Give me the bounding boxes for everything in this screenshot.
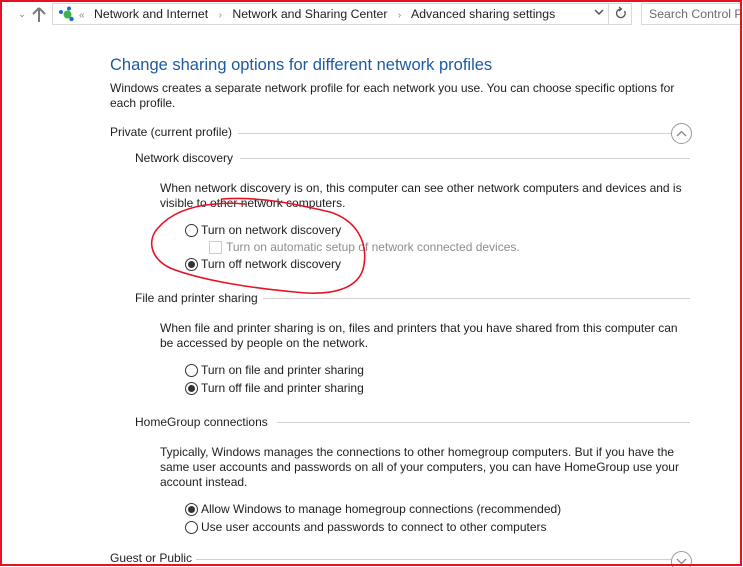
- radio-label[interactable]: Turn on network discovery: [201, 223, 341, 237]
- divider: [263, 298, 690, 299]
- radio-turn-off-network-discovery[interactable]: Turn off network discovery: [185, 256, 341, 272]
- radio-button-selected[interactable]: [185, 381, 198, 395]
- collapse-private-button[interactable]: [671, 123, 692, 144]
- network-icon: [59, 6, 74, 22]
- radio-label[interactable]: Turn on file and printer sharing: [201, 363, 364, 377]
- file-printer-sharing-description: When file and printer sharing is on, fil…: [160, 321, 678, 350]
- section-title-file-printer-sharing: File and printer sharing: [135, 291, 258, 305]
- radio-label[interactable]: Use user accounts and passwords to conne…: [201, 520, 547, 534]
- section-title-network-discovery: Network discovery: [135, 151, 234, 165]
- refresh-icon: [615, 6, 626, 19]
- radio-button-selected[interactable]: [185, 502, 198, 516]
- radio-label[interactable]: Allow Windows to manage homegroup connec…: [201, 502, 561, 516]
- chevron-down-icon: ⌄: [18, 9, 26, 19]
- refresh-button[interactable]: [608, 3, 633, 25]
- chevron-down-icon: [594, 9, 604, 16]
- expand-guest-button[interactable]: [671, 551, 692, 567]
- page-title: Change sharing options for different net…: [110, 56, 493, 74]
- radio-label[interactable]: Turn off file and printer sharing: [201, 381, 364, 395]
- homegroup-description: Typically, Windows manages the connectio…: [160, 445, 679, 489]
- chevron-down-icon: [676, 558, 687, 565]
- up-button[interactable]: [31, 4, 47, 24]
- breadcrumb-overflow[interactable]: «: [79, 10, 85, 21]
- divider: [196, 559, 671, 560]
- radio-turn-on-network-discovery[interactable]: Turn on network discovery: [185, 222, 341, 238]
- radio-button-selected[interactable]: [185, 257, 198, 271]
- divider: [277, 422, 690, 423]
- checkbox-label: Turn on automatic setup of network conne…: [226, 240, 520, 254]
- section-title-homegroup: HomeGroup connections: [135, 415, 268, 429]
- chevron-up-icon: [676, 130, 687, 137]
- radio-button[interactable]: [185, 520, 198, 534]
- radio-turn-on-file-printer-sharing[interactable]: Turn on file and printer sharing: [185, 362, 364, 378]
- breadcrumb-advanced-sharing-settings[interactable]: Advanced sharing settings: [411, 7, 555, 21]
- radio-use-user-accounts[interactable]: Use user accounts and passwords to conne…: [185, 519, 547, 535]
- checkbox: [209, 240, 222, 254]
- breadcrumb-network-sharing-center[interactable]: Network and Sharing Center: [232, 7, 387, 21]
- profile-title-private[interactable]: Private (current profile): [110, 125, 232, 139]
- profile-title-guest[interactable]: Guest or Public: [110, 551, 192, 565]
- navigation-toolbar: ⌄ « Network and Internet › Network and S…: [0, 0, 743, 30]
- search-input[interactable]: [642, 4, 743, 24]
- page-description: Windows creates a separate network profi…: [110, 81, 675, 110]
- checkbox-automatic-setup: Turn on automatic setup of network conne…: [209, 239, 520, 255]
- divider: [240, 158, 690, 159]
- up-arrow-icon: [32, 7, 46, 22]
- breadcrumb-network-and-internet[interactable]: Network and Internet: [94, 7, 208, 21]
- radio-button[interactable]: [185, 223, 198, 237]
- breadcrumb-separator-icon[interactable]: ›: [398, 10, 401, 21]
- address-history-button[interactable]: [590, 4, 608, 24]
- breadcrumb-separator-icon[interactable]: ›: [219, 10, 222, 21]
- radio-label[interactable]: Turn off network discovery: [201, 257, 341, 271]
- radio-button[interactable]: [185, 363, 198, 377]
- recent-locations-button[interactable]: ⌄: [14, 4, 30, 24]
- search-box[interactable]: [641, 3, 743, 25]
- radio-turn-off-file-printer-sharing[interactable]: Turn off file and printer sharing: [185, 380, 364, 396]
- breadcrumb: « Network and Internet › Network and Sha…: [79, 4, 555, 24]
- address-bar[interactable]: « Network and Internet › Network and Sha…: [52, 3, 632, 25]
- network-discovery-description: When network discovery is on, this compu…: [160, 181, 682, 210]
- divider: [238, 133, 671, 134]
- radio-allow-windows-manage-homegroup[interactable]: Allow Windows to manage homegroup connec…: [185, 501, 561, 517]
